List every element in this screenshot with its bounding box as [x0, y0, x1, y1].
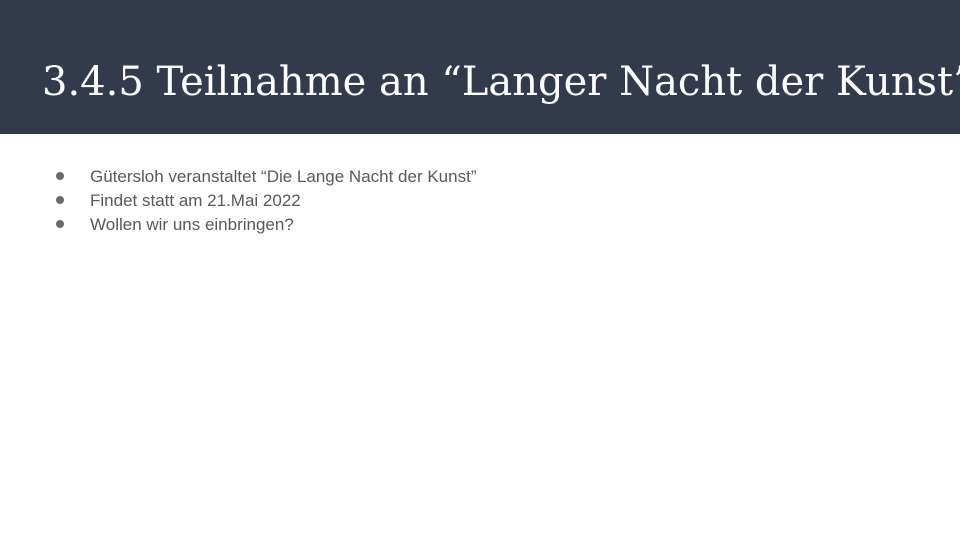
title-band: 3.4.5 Teilnahme an “Langer Nacht der Kun…: [0, 0, 960, 134]
list-item: Findet statt am 21.Mai 2022: [56, 189, 301, 213]
slide: 3.4.5 Teilnahme an “Langer Nacht der Kun…: [0, 0, 960, 540]
bullet-list: Gütersloh veranstaltet “Die Lange Nacht …: [56, 165, 476, 237]
bullet-text: Findet statt am 21.Mai 2022: [90, 191, 301, 210]
slide-title: 3.4.5 Teilnahme an “Langer Nacht der Kun…: [42, 59, 960, 105]
bullet-icon: [56, 196, 64, 205]
bullet-icon: [56, 172, 64, 181]
bullet-text: Wollen wir uns einbringen?: [90, 215, 294, 234]
list-item: Wollen wir uns einbringen?: [56, 213, 294, 237]
bullet-icon: [56, 220, 64, 229]
list-item: Gütersloh veranstaltet “Die Lange Nacht …: [56, 165, 476, 189]
bullet-text: Gütersloh veranstaltet “Die Lange Nacht …: [90, 167, 477, 186]
